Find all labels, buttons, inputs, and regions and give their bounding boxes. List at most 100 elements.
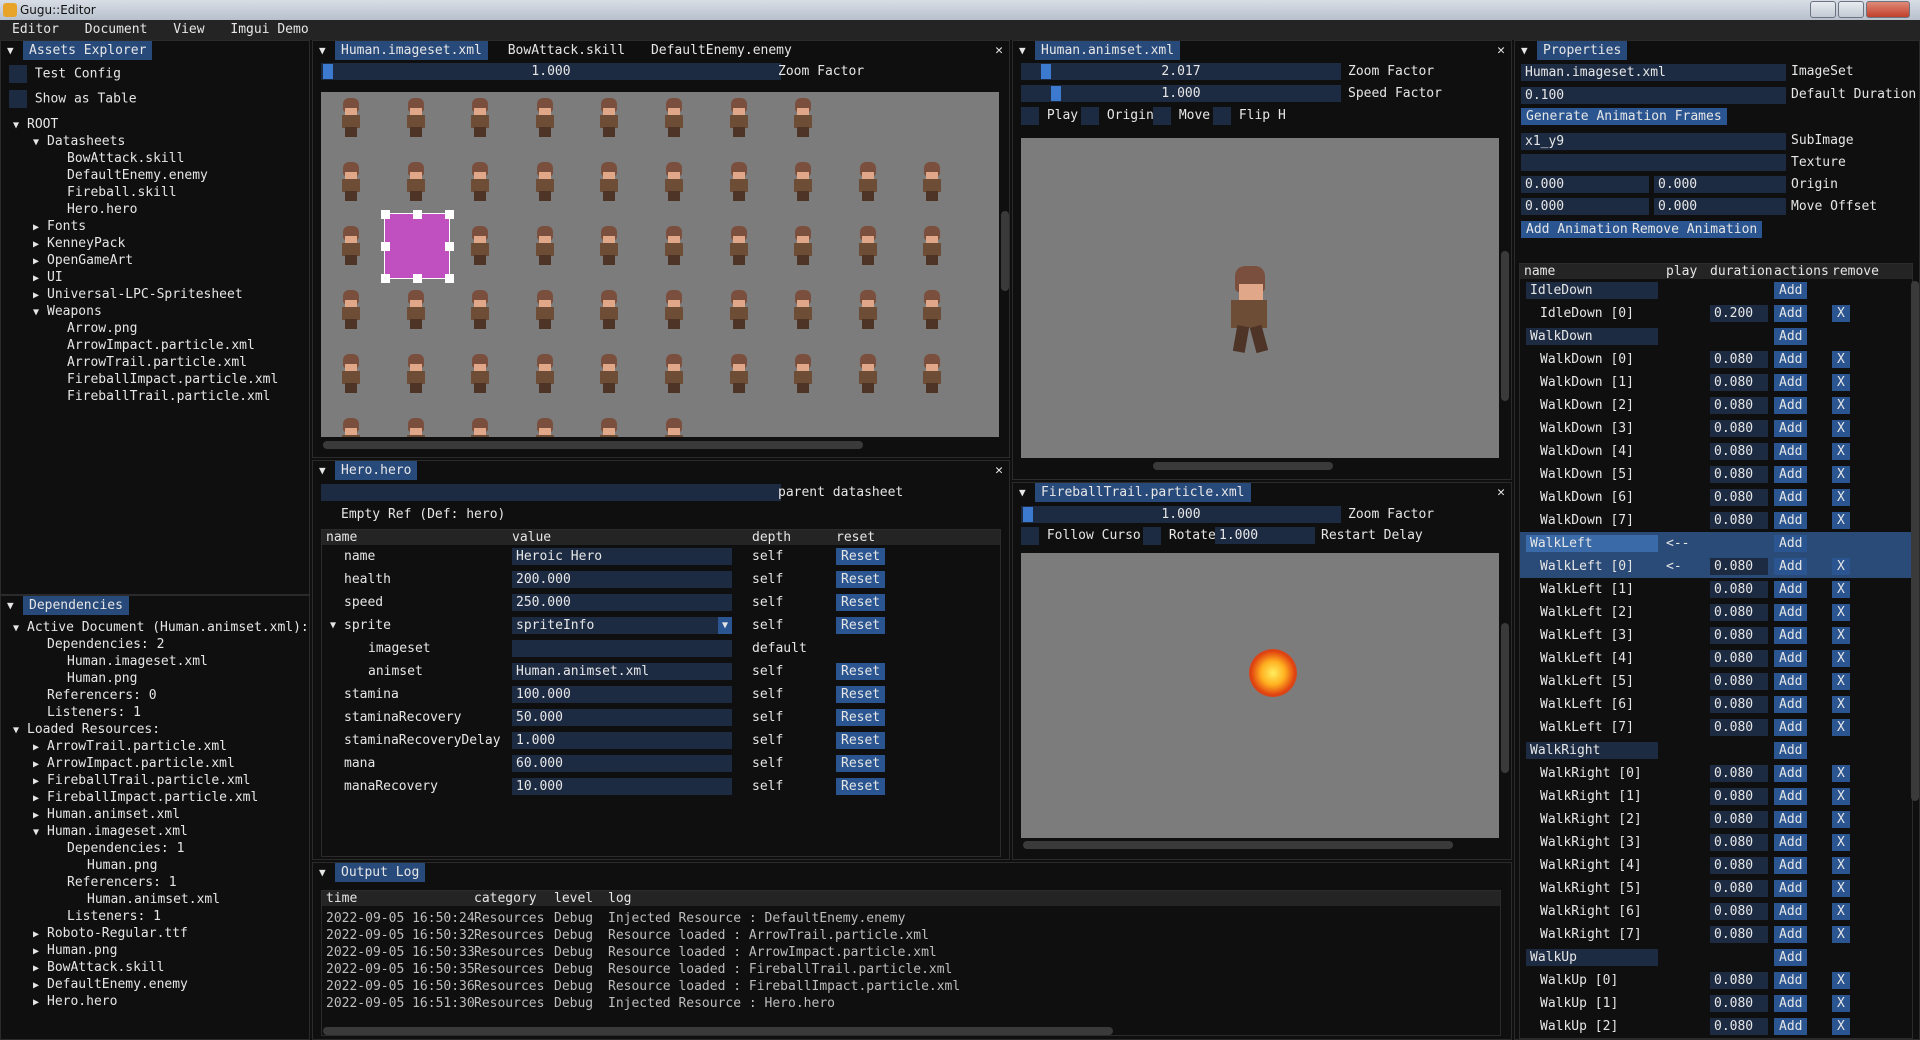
dependencies-title[interactable]: Dependencies <box>23 596 129 615</box>
add-frame-button[interactable]: Add <box>1774 880 1808 897</box>
property-value-field[interactable]: 200.000 <box>512 571 732 588</box>
zoom-slider-grab[interactable] <box>323 64 333 79</box>
sprite-frame[interactable] <box>402 418 430 437</box>
animation-row[interactable]: WalkDown Add <box>1520 325 1912 348</box>
sprite-frame[interactable] <box>725 290 753 330</box>
frame-row[interactable]: WalkRight [5] 0.080 Add X <box>1520 877 1912 900</box>
close-tab-icon[interactable]: ✕ <box>1497 41 1505 60</box>
tree-node[interactable]: Dependencies: 1 <box>1 840 309 857</box>
add-frame-button[interactable]: Add <box>1774 1018 1808 1035</box>
collapse-icon[interactable]: ▼ <box>319 863 326 882</box>
add-frame-button[interactable]: Add <box>1774 696 1808 713</box>
frame-row[interactable]: WalkLeft [5] 0.080 Add X <box>1520 670 1912 693</box>
tree-node[interactable]: ▼ ROOT <box>1 116 309 133</box>
tree-node[interactable]: Arrow.png <box>1 320 309 337</box>
parent-datasheet-input[interactable] <box>321 484 781 501</box>
tab-human-animset[interactable]: Human.animset.xml <box>1035 41 1181 60</box>
collapse-icon[interactable]: ▼ <box>319 41 326 60</box>
tree-node[interactable]: ▼ Loaded Resources: <box>1 721 309 738</box>
particle-preview-canvas[interactable] <box>1021 553 1499 838</box>
default-duration-field[interactable]: 0.100 <box>1521 87 1786 104</box>
tree-node[interactable]: ▶ Hero.hero <box>1 993 309 1010</box>
maximize-button[interactable] <box>1838 1 1864 18</box>
imageset-canvas[interactable] <box>321 92 999 437</box>
duration-field[interactable]: 0.080 <box>1710 1018 1768 1035</box>
property-value-field[interactable]: spriteInfo ▼ <box>512 617 732 634</box>
animation-row[interactable]: WalkLeft <-- Add <box>1520 532 1912 555</box>
tree-node[interactable]: Human.png <box>1 857 309 874</box>
duration-field[interactable]: 0.080 <box>1710 581 1768 598</box>
tree-node[interactable]: ▶ Human.png <box>1 942 309 959</box>
add-frame-button[interactable]: Add <box>1774 282 1808 299</box>
remove-frame-icon[interactable]: X <box>1832 995 1850 1012</box>
remove-frame-icon[interactable]: X <box>1832 604 1850 621</box>
frame-row[interactable]: WalkRight [7] 0.080 Add X <box>1520 923 1912 946</box>
add-frame-button[interactable]: Add <box>1774 972 1808 989</box>
sprite-frame[interactable] <box>531 354 559 394</box>
rotate-checkbox[interactable] <box>1143 526 1161 545</box>
sprite-frame[interactable] <box>725 354 753 394</box>
collapsed-arrow-icon[interactable]: ▶ <box>33 943 47 960</box>
tree-node[interactable]: ▼ Active Document (Human.animset.xml): <box>1 619 309 636</box>
test-config-checkbox[interactable] <box>9 65 27 83</box>
duration-field[interactable]: 0.080 <box>1710 420 1768 437</box>
sprite-frame[interactable] <box>660 418 688 437</box>
tree-node[interactable]: Referencers: 0 <box>1 687 309 704</box>
frame-row[interactable]: WalkRight [1] 0.080 Add X <box>1520 785 1912 808</box>
sprite-frame[interactable] <box>918 162 946 202</box>
duration-field[interactable]: 0.080 <box>1710 627 1768 644</box>
duration-field[interactable]: 0.080 <box>1710 558 1768 575</box>
particle-zoom-slider[interactable]: 1.000 <box>1021 506 1341 523</box>
duration-field[interactable]: 0.080 <box>1710 604 1768 621</box>
collapsed-arrow-icon[interactable]: ▶ <box>33 756 47 773</box>
add-frame-button[interactable]: Add <box>1774 949 1808 966</box>
sprite-frame[interactable] <box>854 290 882 330</box>
add-frame-button[interactable]: Add <box>1774 742 1808 759</box>
sprite-frame[interactable] <box>854 354 882 394</box>
sprite-frame[interactable] <box>595 162 623 202</box>
add-frame-button[interactable]: Add <box>1774 443 1808 460</box>
reset-button[interactable]: Reset <box>836 709 886 726</box>
duration-field[interactable]: 0.080 <box>1710 811 1768 828</box>
vertical-scrollbar[interactable] <box>1501 623 1509 773</box>
frame-row[interactable]: WalkRight [2] 0.080 Add X <box>1520 808 1912 831</box>
collapsed-arrow-icon[interactable]: ▶ <box>33 960 47 977</box>
remove-frame-icon[interactable]: X <box>1832 512 1850 529</box>
tree-node[interactable]: Human.animset.xml <box>1 891 309 908</box>
tree-node[interactable]: BowAttack.skill <box>1 150 309 167</box>
close-window-button[interactable] <box>1866 1 1910 18</box>
sprite-frame[interactable] <box>595 354 623 394</box>
close-tab-icon[interactable]: ✕ <box>995 41 1003 60</box>
duration-field[interactable]: 0.080 <box>1710 880 1768 897</box>
sprite-frame[interactable] <box>789 354 817 394</box>
tree-node[interactable]: ArrowImpact.particle.xml <box>1 337 309 354</box>
reset-button[interactable]: Reset <box>836 548 886 565</box>
tree-node[interactable]: ▶ DefaultEnemy.enemy <box>1 976 309 993</box>
reset-button[interactable]: Reset <box>836 755 886 772</box>
slider-grab[interactable] <box>1023 507 1033 522</box>
frame-row[interactable]: IdleDown [0] 0.200 Add X <box>1520 302 1912 325</box>
collapsed-arrow-icon[interactable]: ▶ <box>33 807 47 824</box>
vertical-scrollbar[interactable] <box>1501 251 1509 401</box>
add-frame-button[interactable]: Add <box>1774 328 1808 345</box>
remove-frame-icon[interactable]: X <box>1832 719 1850 736</box>
resize-handle[interactable] <box>381 242 390 251</box>
combo-arrow-icon[interactable]: ▼ <box>717 617 732 634</box>
tree-node[interactable]: ▶ OpenGameArt <box>1 252 309 269</box>
add-frame-button[interactable]: Add <box>1774 650 1808 667</box>
reset-button[interactable]: Reset <box>836 778 886 795</box>
collapsed-arrow-icon[interactable]: ▶ <box>33 926 47 943</box>
remove-animation-button[interactable]: Remove Animation <box>1627 221 1763 238</box>
tab-bowattack-skill[interactable]: BowAttack.skill <box>502 41 631 60</box>
expanded-arrow-icon[interactable]: ▼ <box>33 134 47 151</box>
tree-node[interactable]: Listeners: 1 <box>1 908 309 925</box>
follow-cursor-checkbox[interactable] <box>1021 526 1039 545</box>
frame-row[interactable]: WalkDown [4] 0.080 Add X <box>1520 440 1912 463</box>
animation-row[interactable]: IdleDown Add <box>1520 279 1912 302</box>
duration-field[interactable]: 0.080 <box>1710 719 1768 736</box>
duration-field[interactable]: 0.080 <box>1710 696 1768 713</box>
add-frame-button[interactable]: Add <box>1774 627 1808 644</box>
horizontal-scrollbar[interactable] <box>323 1027 1113 1035</box>
property-value-field[interactable]: 60.000 <box>512 755 732 772</box>
add-frame-button[interactable]: Add <box>1774 926 1808 943</box>
